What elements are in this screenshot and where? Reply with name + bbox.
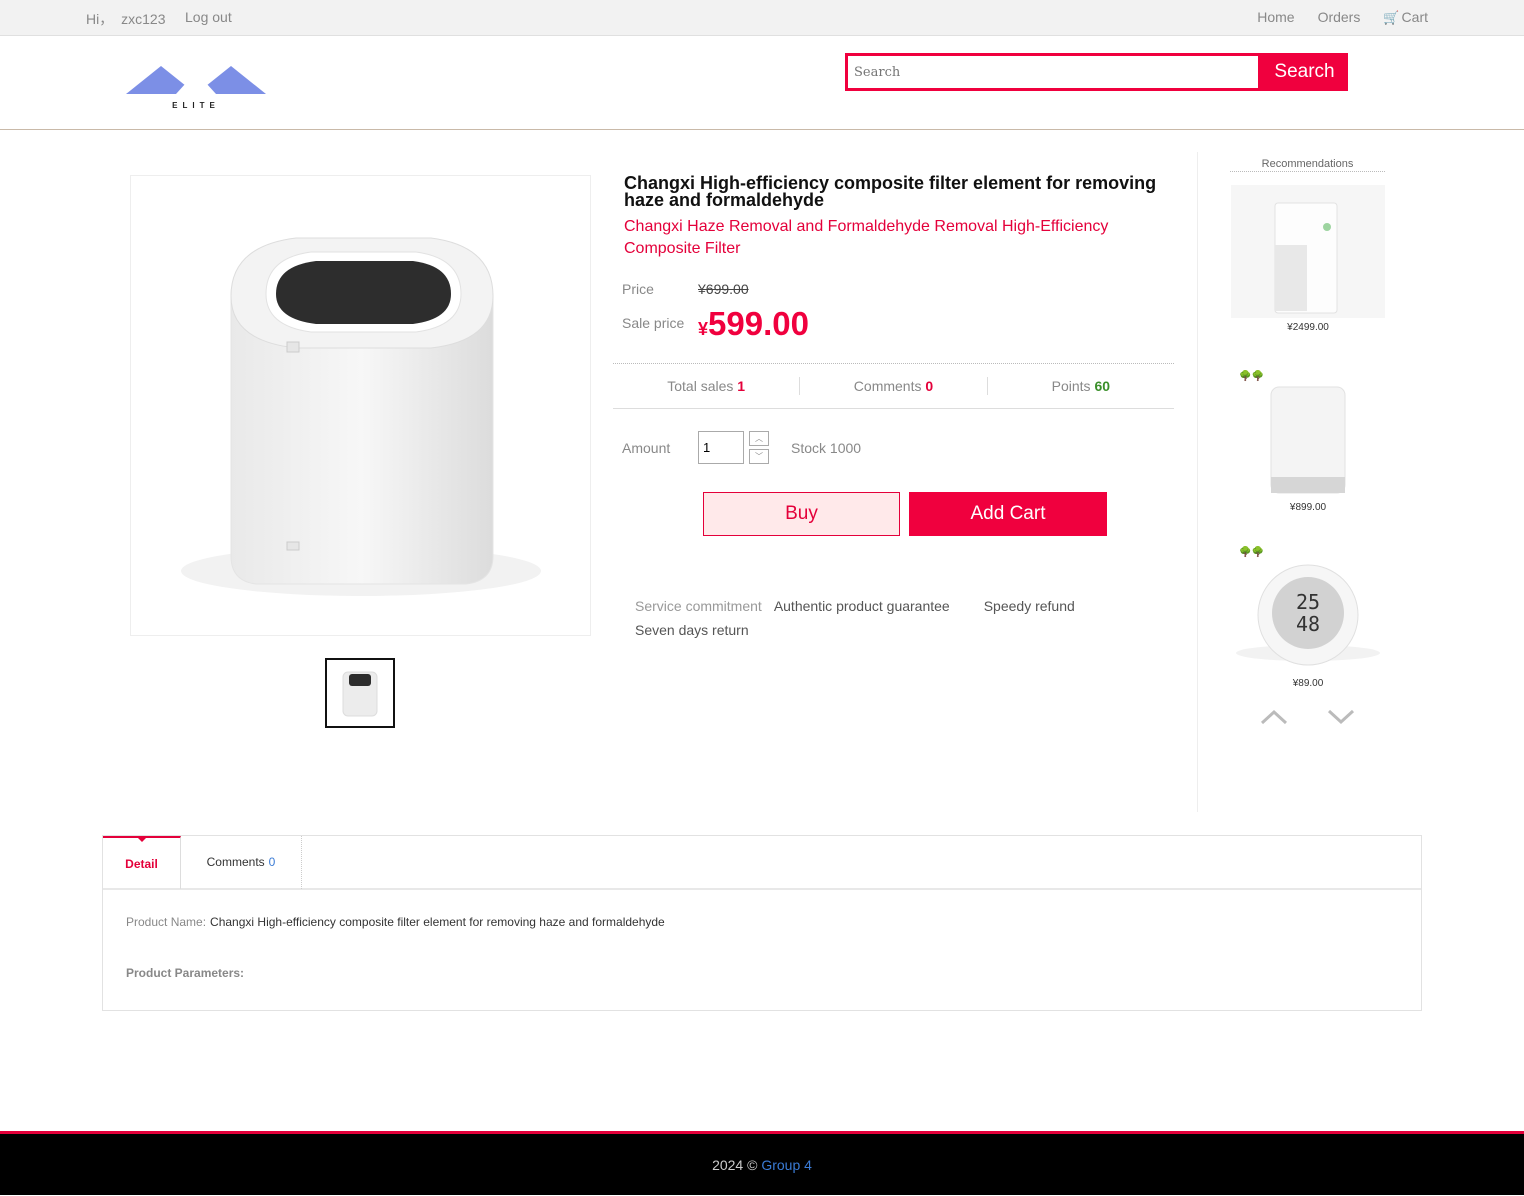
original-price: ¥699.00	[698, 281, 749, 297]
product-subtitle: Changxi Haze Removal and Formaldehyde Re…	[624, 218, 1109, 257]
svg-text:25: 25	[1296, 590, 1320, 614]
footer-copyright: 2024 ©	[712, 1157, 758, 1173]
thumbnail-image	[342, 671, 378, 717]
product-parameters-label: Product Parameters:	[126, 966, 245, 980]
logo[interactable]: ELITE	[126, 64, 266, 110]
amount-label: Amount	[622, 440, 671, 456]
service-label: Service commitment	[635, 598, 762, 614]
recommendation-image: 🌳🌳	[1231, 365, 1385, 498]
top-nav: Home Orders 🛒 Cart	[1257, 9, 1428, 26]
svg-text:🌳🌳: 🌳🌳	[1239, 545, 1264, 558]
stat-points: Points 60	[988, 377, 1174, 395]
chevron-down-icon[interactable]	[1326, 706, 1356, 728]
thumbnail-1[interactable]	[325, 658, 395, 728]
tab-caret-icon	[137, 837, 147, 842]
filter-image	[181, 237, 541, 596]
stock-info: Stock 1000	[791, 440, 862, 456]
service-commitment: Service commitment Authentic product guar…	[635, 594, 1115, 642]
recommendations-title: Recommendations	[1230, 158, 1385, 172]
greeting: Hi， zxc123	[86, 9, 169, 29]
search-button[interactable]: Search	[1261, 53, 1348, 91]
tab-comments[interactable]: Comments 0	[181, 836, 302, 889]
sale-price-label: Sale price	[622, 315, 685, 331]
detail-tabs: Detail Comments 0 Product Name: Changxi Hi…	[102, 835, 1422, 1011]
tab-detail-label: Detail	[125, 857, 158, 871]
stat-sales-label: Total sales	[667, 378, 734, 394]
search-box	[845, 53, 1261, 91]
svg-text:48: 48	[1296, 612, 1320, 636]
stat-comments-value: 0	[925, 378, 934, 394]
stat-points-value: 60	[1094, 378, 1111, 394]
product-name-value: Changxi High-efficiency composite filter…	[210, 915, 665, 929]
tab-bar: Detail Comments 0	[103, 836, 1421, 890]
amount-input[interactable]	[698, 431, 744, 464]
chevron-up-icon[interactable]	[1259, 706, 1289, 728]
amount-increase-button[interactable]: ︿	[749, 431, 769, 446]
stat-sales: Total sales 1	[613, 377, 801, 395]
product-title: Changxi High-efficiency composite filter…	[624, 173, 1157, 210]
search-input[interactable]	[848, 56, 1258, 88]
price-label: Price	[622, 281, 654, 297]
stat-sales-value: 1	[737, 378, 746, 394]
air-purifier-image	[1274, 202, 1338, 314]
service-item: Speedy refund	[983, 598, 1075, 614]
service-item: Authentic product guarantee	[773, 598, 950, 614]
main-product-image	[130, 175, 591, 636]
tab-comments-label: Comments	[206, 855, 265, 869]
product-name-label: Product Name:	[126, 915, 207, 929]
nav-home[interactable]: Home	[1257, 9, 1294, 26]
sale-currency: ¥	[698, 319, 709, 339]
divider	[1197, 152, 1198, 812]
nav-orders[interactable]: Orders	[1318, 9, 1361, 26]
tab-detail[interactable]: Detail	[103, 836, 181, 889]
recommendation-price: ¥2499.00	[1287, 322, 1329, 333]
sale-price-value: 599.00	[708, 305, 809, 342]
stat-comments-label: Comments	[853, 378, 922, 394]
recommendation-item[interactable]: ¥2499.00	[1231, 185, 1385, 333]
logo-text: ELITE	[172, 101, 220, 110]
thermometer-image: 🌳🌳 25 48	[1236, 545, 1380, 666]
stat-comments: Comments 0	[800, 377, 988, 395]
service-item: Seven days return	[635, 622, 749, 638]
humidifier-image: 🌳🌳	[1239, 369, 1346, 494]
recommendation-price: ¥89.00	[1292, 678, 1324, 689]
cart-icon: 🛒	[1383, 10, 1400, 25]
recommendation-image: 🌳🌳 25 48	[1231, 541, 1385, 674]
amount-decrease-button[interactable]: ﹀	[749, 449, 769, 464]
username[interactable]: zxc123	[121, 11, 165, 27]
sale-price: ¥599.00	[698, 305, 809, 343]
product-stats: Total sales 1 Comments 0 Points 60	[613, 363, 1174, 409]
tab-comments-count: 0	[268, 855, 276, 869]
product-name-line: Product Name: Changxi High-efficiency com…	[126, 915, 665, 929]
recommendation-item[interactable]: 🌳🌳 ¥899.00	[1231, 365, 1385, 513]
nav-cart[interactable]: 🛒 Cart	[1383, 9, 1428, 26]
svg-text:🌳🌳: 🌳🌳	[1239, 369, 1264, 382]
buy-button[interactable]: Buy	[703, 492, 900, 536]
top-bar: Hi， zxc123 Log out Home Orders 🛒 Cart	[0, 0, 1524, 36]
add-cart-button[interactable]: Add Cart	[909, 492, 1107, 536]
stat-points-label: Points	[1051, 378, 1091, 394]
recommendation-price: ¥899.00	[1289, 502, 1327, 513]
recommendation-item[interactable]: 🌳🌳 25 48 ¥89.00	[1231, 541, 1385, 689]
footer-group-link[interactable]: Group 4	[761, 1157, 812, 1173]
nav-cart-label: Cart	[1401, 9, 1428, 25]
greeting-text: Hi，	[86, 11, 114, 27]
recommendation-image	[1231, 185, 1385, 318]
footer: 2024 © Group 4	[0, 1131, 1524, 1195]
logout-link[interactable]: Log out	[185, 9, 232, 25]
header: ELITE Search	[0, 36, 1524, 130]
